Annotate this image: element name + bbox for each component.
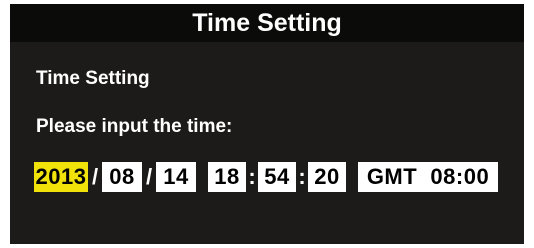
minute-field[interactable]: 54 <box>258 162 296 192</box>
time-setting-dialog: Time Setting Time Setting Please input t… <box>10 4 524 244</box>
timezone-field[interactable]: GMT 08:00 <box>358 162 498 192</box>
hour-field[interactable]: 18 <box>208 162 246 192</box>
second-field[interactable]: 20 <box>308 162 346 192</box>
date-separator: / <box>91 164 99 189</box>
month-field[interactable]: 08 <box>102 162 142 192</box>
time-separator: : <box>298 164 306 189</box>
time-input-prompt: Please input the time: <box>36 116 233 137</box>
day-field[interactable]: 14 <box>156 162 196 192</box>
dialog-title: Time Setting <box>10 4 524 42</box>
time-separator: : <box>248 164 256 189</box>
section-title: Time Setting <box>36 68 150 89</box>
year-field[interactable]: 2013 <box>34 162 88 192</box>
date-separator: / <box>145 164 153 189</box>
